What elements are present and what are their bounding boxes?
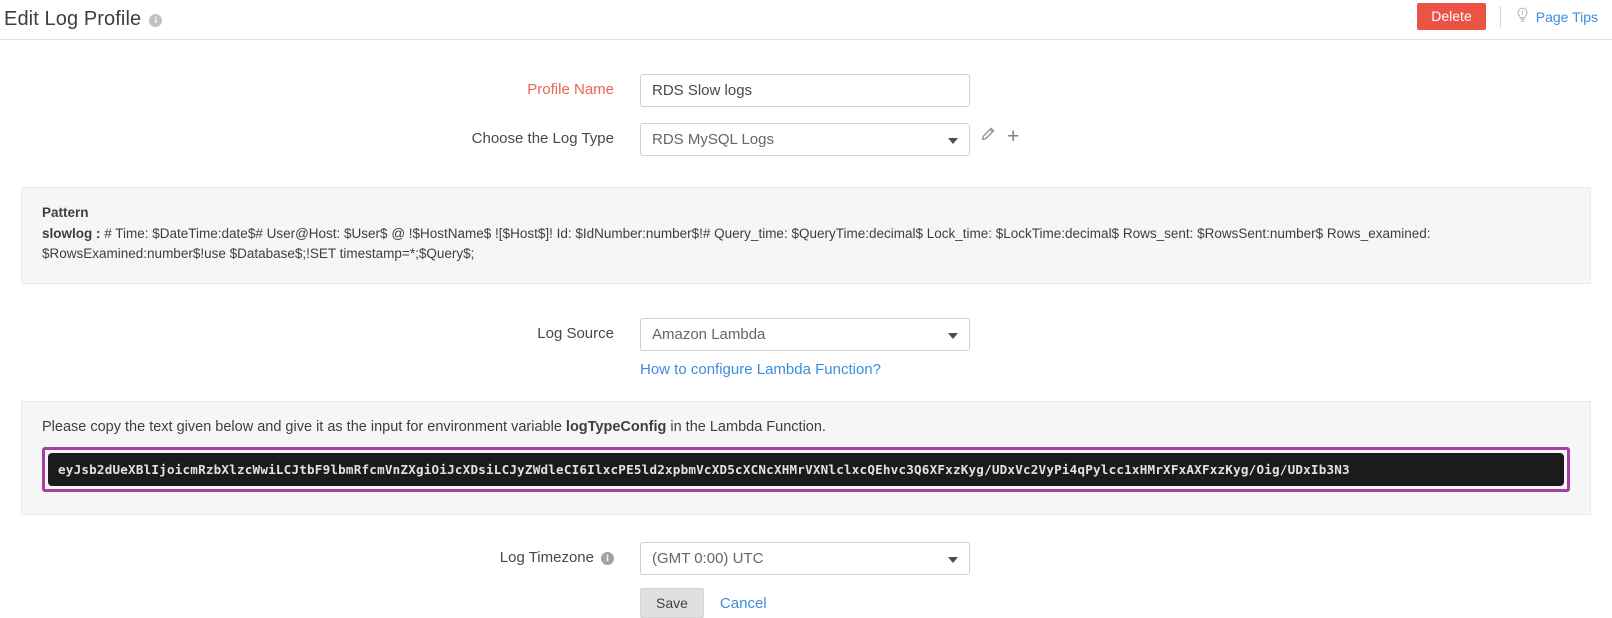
profile-name-label: Profile Name [0,74,640,106]
log-type-actions: + [980,127,1019,147]
log-source-select[interactable]: Amazon Lambda [640,318,970,351]
log-source-field-wrap: Amazon Lambda How to configure Lambda Fu… [640,318,970,379]
log-type-select[interactable]: RDS MySQL Logs [640,123,970,156]
page-tips-button[interactable]: Page Tips [1515,7,1604,27]
pattern-panel: Pattern slowlog : # Time: $DateTime:date… [21,187,1591,284]
lambda-note: Please copy the text given below and giv… [42,419,1570,435]
page-tips-label: Page Tips [1536,9,1598,25]
configure-lambda-link[interactable]: How to configure Lambda Function? [640,361,881,378]
page-title: Edit Log Profile [4,8,141,31]
cancel-button[interactable]: Cancel [720,595,767,612]
save-button[interactable]: Save [640,588,704,618]
log-type-field-wrap: RDS MySQL Logs + [640,123,970,156]
log-timezone-field-wrap: (GMT 0:00) UTC Save Cancel [640,542,970,618]
lambda-env-var: logTypeConfig [566,419,666,435]
log-timezone-label-text: Log Timezone [500,549,594,566]
log-timezone-label: Log Timezone i [0,542,640,574]
pattern-body: # Time: $DateTime:date$# User@Host: $Use… [42,226,1430,261]
chevron-down-icon [948,138,958,144]
log-type-value: RDS MySQL Logs [652,131,774,148]
pattern-panel-title: Pattern [42,205,1570,220]
header-actions: Delete Page Tips [1417,3,1604,30]
log-timezone-select[interactable]: (GMT 0:00) UTC [640,542,970,575]
pattern-text: slowlog : # Time: $DateTime:date$# User@… [42,224,1570,264]
lambda-note-after: in the Lambda Function. [666,419,826,435]
lambda-config-panel: Please copy the text given below and giv… [21,401,1591,515]
row-profile-name: Profile Name [0,74,1612,107]
info-icon[interactable]: i [149,14,162,27]
pattern-prefix: slowlog : [42,226,104,241]
delete-button[interactable]: Delete [1417,3,1485,30]
row-log-type: Choose the Log Type RDS MySQL Logs + [0,123,1612,156]
plus-icon[interactable]: + [1007,127,1019,147]
lightbulb-icon [1515,7,1530,27]
pencil-icon[interactable] [980,127,995,147]
lambda-note-before: Please copy the text given below and giv… [42,419,566,435]
form-area: Profile Name Choose the Log Type RDS MyS… [0,74,1612,618]
info-icon[interactable]: i [601,552,614,565]
log-timezone-value: (GMT 0:00) UTC [652,550,763,567]
profile-name-field-wrap [640,74,970,107]
log-type-config-code[interactable]: eyJsb2dUeXBlIjoicmRzbXlzcWwiLCJtbF9lbmRf… [48,453,1564,486]
log-type-label: Choose the Log Type [0,123,640,155]
row-log-timezone: Log Timezone i (GMT 0:00) UTC Save Cancel [0,542,1612,618]
config-highlight-box: eyJsb2dUeXBlIjoicmRzbXlzcWwiLCJtbF9lbmRf… [42,447,1570,492]
chevron-down-icon [948,557,958,563]
row-log-source: Log Source Amazon Lambda How to configur… [0,318,1612,379]
log-source-label: Log Source [0,318,640,350]
profile-name-input[interactable] [640,74,970,107]
log-source-value: Amazon Lambda [652,326,765,343]
page-header: Edit Log Profile i Delete Page Tips [0,0,1612,40]
header-divider [1500,6,1501,28]
chevron-down-icon [948,333,958,339]
